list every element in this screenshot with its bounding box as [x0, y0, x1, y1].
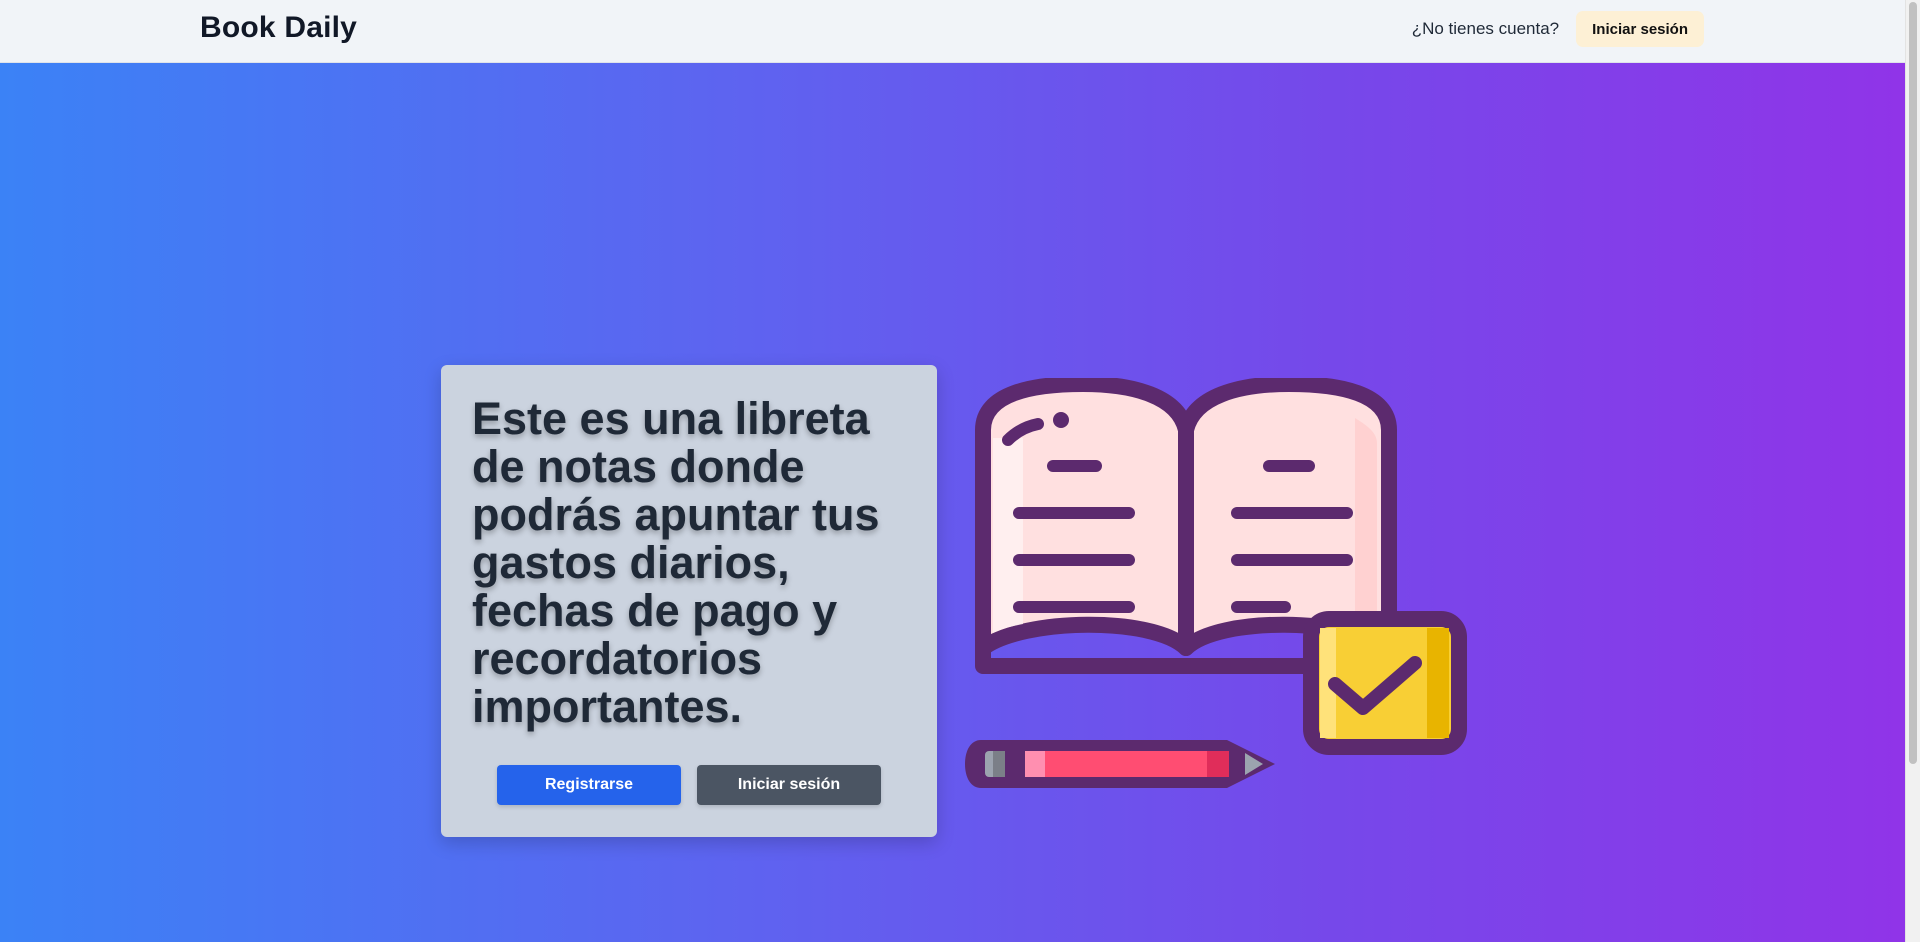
- brand-logo[interactable]: Book Daily: [200, 11, 357, 45]
- intro-card: Este es una libreta de notas donde podrá…: [441, 365, 937, 837]
- no-account-text: ¿No tienes cuenta?: [1411, 19, 1560, 38]
- login-button[interactable]: Iniciar sesión: [697, 765, 881, 805]
- nav-login-button[interactable]: Iniciar sesión: [1576, 11, 1704, 47]
- top-navbar: Book Daily ¿No tienes cuenta? Iniciar se…: [0, 0, 1905, 63]
- vertical-scrollbar[interactable]: [1905, 0, 1920, 942]
- intro-heading: Este es una libreta de notas donde podrá…: [472, 393, 880, 732]
- scrollbar-thumb[interactable]: [1909, 2, 1917, 764]
- open-book-pencil-checkbox-icon: [965, 378, 1467, 788]
- hero-section: Este es una libreta de notas donde podrá…: [0, 63, 1905, 942]
- nav-actions: ¿No tienes cuenta? Iniciar sesión: [1412, 11, 1704, 47]
- register-button[interactable]: Registrarse: [497, 765, 681, 805]
